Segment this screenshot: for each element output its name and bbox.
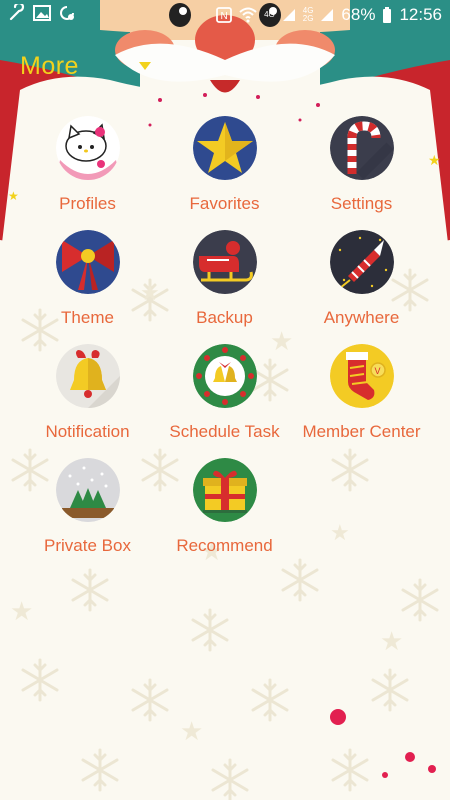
network-type-left: 4G (264, 11, 275, 19)
grid-item-label: Notification (45, 422, 130, 441)
grid-item-member-center[interactable]: V Member Center (293, 338, 430, 452)
grid-item-profiles[interactable]: Profiles (19, 110, 156, 224)
grid-item-label: Anywhere (323, 308, 400, 327)
grid-item-settings[interactable]: Settings (293, 110, 430, 224)
svg-text:★: ★ (180, 716, 203, 746)
menu-grid: Profiles Favorites Settings Theme Backup… (0, 110, 450, 566)
grid-item-backup[interactable]: Backup (156, 224, 293, 338)
grid-item-label: Backup (196, 308, 253, 327)
tools-icon (8, 1, 26, 27)
sleigh-icon[interactable] (192, 230, 257, 294)
gallery-icon (33, 4, 51, 26)
grid-item-schedule-task[interactable]: Schedule Task (156, 338, 293, 452)
grid-item-label: Schedule Task (169, 422, 280, 441)
firework-rocket-icon[interactable] (329, 230, 394, 294)
grid-item-label: Recommend (176, 536, 273, 555)
svg-text:V: V (374, 366, 380, 376)
grid-item-label: Favorites (189, 194, 260, 213)
bell-icon[interactable] (55, 344, 120, 408)
sync-icon (58, 4, 76, 27)
grid-item-label: Profiles (59, 194, 116, 213)
candy-cane-icon[interactable] (329, 116, 394, 180)
network-type-label: 4G (264, 10, 275, 19)
ribbon-bow-icon[interactable] (55, 230, 120, 294)
page-title[interactable]: More (20, 52, 79, 81)
network-type-stack: 4G 2G (303, 7, 314, 23)
grid-item-recommend[interactable]: Recommend (156, 452, 293, 566)
grid-item-label: Theme (61, 308, 114, 327)
status-bar: N 4G 4G 2G 68% 12:56 (0, 0, 450, 30)
star-icon[interactable] (192, 116, 257, 180)
grid-item-anywhere[interactable]: Anywhere (293, 224, 430, 338)
stocking-icon[interactable]: V (329, 344, 394, 408)
grid-item-label: Settings (330, 194, 393, 213)
grid-item-notification[interactable]: Notification (19, 338, 156, 452)
signal-icon (282, 8, 296, 22)
hello-kitty-icon[interactable] (55, 116, 120, 180)
nfc-icon: N (216, 7, 232, 23)
grid-item-favorites[interactable]: Favorites (156, 110, 293, 224)
battery-icon (382, 7, 392, 23)
battery-percent: 68% (341, 5, 376, 24)
grid-item-label: Private Box (44, 536, 131, 555)
svg-text:★: ★ (10, 596, 33, 626)
clock: 12:56 (399, 5, 442, 24)
gift-box-icon[interactable] (192, 458, 257, 522)
header[interactable]: More (20, 52, 151, 81)
signal-icon-2 (320, 8, 334, 22)
network-bottom-label: 2G (302, 14, 314, 23)
svg-text:N: N (221, 11, 228, 22)
wreath-icon[interactable] (192, 344, 257, 408)
wifi-icon (239, 7, 257, 23)
grid-item-theme[interactable]: Theme (19, 224, 156, 338)
svg-text:★: ★ (380, 626, 403, 656)
grid-item-private-box[interactable]: Private Box (19, 452, 156, 566)
grid-item-label: Member Center (302, 422, 421, 441)
snow-globe-icon[interactable] (55, 458, 120, 522)
dropdown-arrow-icon[interactable] (138, 57, 151, 75)
